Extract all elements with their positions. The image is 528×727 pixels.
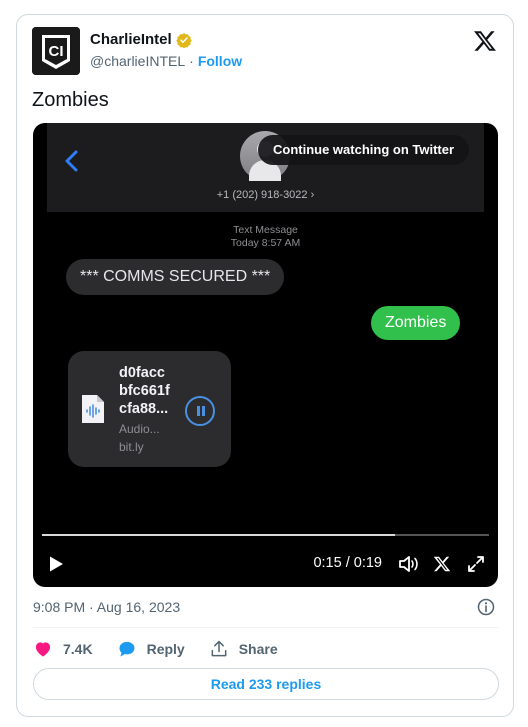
attachment-line-1: d0facc (119, 365, 165, 381)
author-avatar[interactable]: CI (32, 27, 80, 75)
author-display-name[interactable]: CharlieIntel (90, 31, 172, 48)
pause-icon (185, 396, 215, 426)
author-handle[interactable]: @charlieINTEL (90, 53, 185, 69)
share-label: Share (238, 641, 278, 657)
tweet-actions: 7.4K Reply Share (33, 637, 302, 661)
share-icon (211, 640, 227, 657)
author-handle-row: @charlieINTEL · Follow (90, 53, 242, 69)
attachment-type: Audio... (119, 422, 160, 436)
outgoing-message-bubble: Zombies (371, 306, 461, 340)
divider (33, 627, 499, 628)
info-icon[interactable] (477, 598, 495, 616)
video-controls: 0:15 / 0:19 (33, 549, 498, 579)
audio-file-icon (82, 395, 104, 423)
video-progress-bar[interactable] (42, 534, 489, 536)
tweet-card: CI CharlieIntel @charlieINTEL · Follow Z… (16, 14, 514, 717)
verified-badge-icon (175, 32, 192, 48)
attachment-source: bit.ly (119, 440, 144, 454)
message-type: Text Message (233, 224, 298, 236)
contact-phone-number: +1 (202) 918-3022 › (216, 189, 315, 201)
like-count: 7.4K (63, 641, 93, 657)
back-chevron-icon (65, 150, 78, 172)
attachment-line-2: bfc661f (119, 383, 170, 399)
incoming-message-bubble: *** COMMS SECURED *** (66, 259, 285, 295)
video-progress-fill (42, 534, 396, 536)
play-icon[interactable] (47, 555, 65, 573)
attachment-title: d0facc bfc661f cfa88... (119, 364, 170, 418)
avatar-logo-text: CI (49, 43, 64, 60)
share-button[interactable]: Share (209, 639, 278, 659)
audio-attachment-bubble: d0facc bfc661f cfa88... Audio... bit.ly (68, 351, 231, 467)
reply-button[interactable]: Reply (117, 639, 185, 659)
video-time: 0:15 / 0:19 (313, 555, 382, 571)
x-logo-small-icon[interactable] (433, 555, 451, 573)
tweet-timestamp[interactable]: 9:08 PM · Aug 16, 2023 (33, 599, 180, 615)
like-button[interactable]: 7.4K (33, 639, 93, 659)
volume-icon[interactable] (398, 554, 420, 574)
continue-watching-button[interactable]: Continue watching on Twitter (258, 135, 470, 165)
message-meta: Text Message Today 8:57 AM (33, 224, 498, 250)
attachment-subtitle: Audio... bit.ly (119, 420, 160, 456)
message-time: Today 8:57 AM (230, 237, 301, 249)
video-player[interactable]: +1 (202) 918-3022 › Continue watching on… (33, 123, 498, 587)
follow-button[interactable]: Follow (198, 53, 242, 69)
separator-dot: · (189, 53, 194, 69)
x-logo-icon[interactable] (473, 29, 497, 53)
attachment-line-3: cfa88... (119, 401, 169, 417)
fullscreen-icon[interactable] (466, 554, 486, 574)
author-name-row: CharlieIntel (90, 31, 192, 48)
reply-bubble-icon (119, 641, 135, 657)
reply-label: Reply (146, 641, 185, 657)
tweet-text: Zombies (32, 89, 109, 111)
heart-icon (35, 642, 51, 657)
read-replies-button[interactable]: Read 233 replies (33, 668, 499, 700)
